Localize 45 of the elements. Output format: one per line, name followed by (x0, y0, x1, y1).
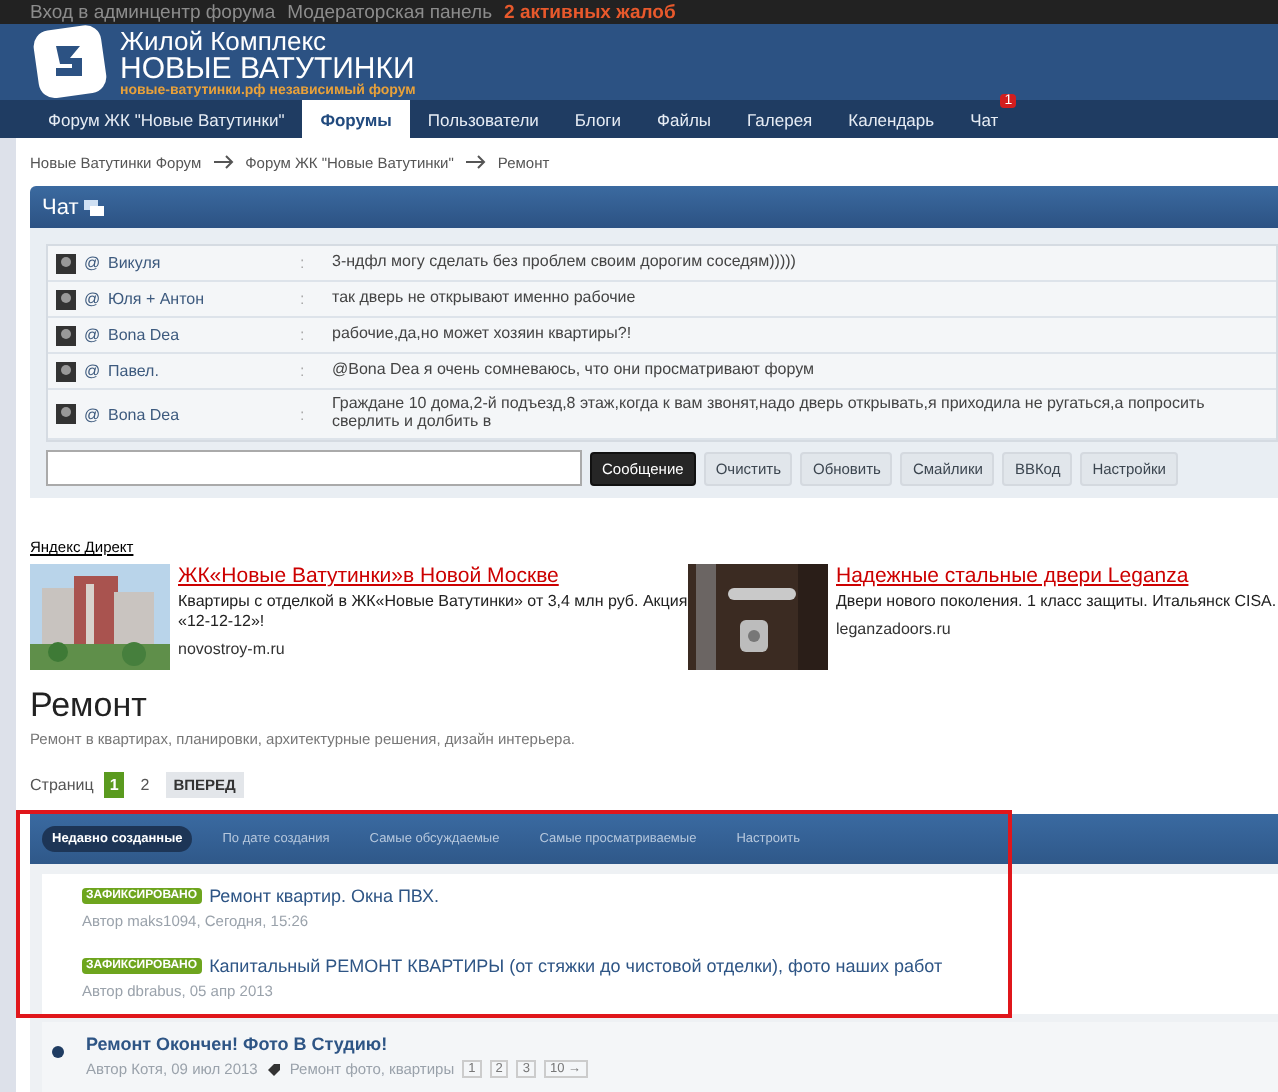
topic-title-link[interactable]: Ремонт квартир. Окна ПВХ. (209, 886, 440, 906)
separator: : (300, 326, 307, 344)
nav-tab[interactable]: Календарь (830, 100, 953, 139)
nav-tab[interactable]: Форум ЖК "Новые Ватутинки" (30, 100, 303, 139)
separator: : (300, 405, 307, 423)
top-link[interactable]: Вход в админцентр форума (30, 1, 276, 24)
forum-title: Ремонт (30, 686, 149, 726)
ad-text: Двери нового поколения. 1 класс защиты. Итальянск CISA. (836, 592, 1278, 612)
chat-message: рабочие,да,но может хозяин квартиры?! (332, 326, 634, 344)
nav-tab[interactable]: Файлы (639, 100, 730, 139)
separator: : (300, 290, 307, 308)
page-link[interactable]: 2 (134, 772, 156, 798)
nav-tab[interactable]: Пользователи (409, 100, 557, 139)
chat-author[interactable]: Bona Dea (108, 405, 300, 423)
ad-title-link[interactable]: ЖК«Новые Ватутинки»в Новой Москве (178, 564, 688, 588)
ad-title-link[interactable]: Надежные стальные двери Leganza (836, 564, 1278, 588)
reports-alert-link[interactable]: 2 активных жалоб (504, 1, 676, 24)
chat-author[interactable]: Павел. (108, 362, 300, 380)
ad-text: Квартиры с отделкой в ЖК«Новые Ватутинки» от 3,4 млн руб. Акция «12-12-12»! (178, 592, 688, 632)
chat-message: так дверь не открывают именно рабочие (332, 290, 638, 308)
topic-title-link[interactable]: Капитальный РЕМОНТ КВАРТИРЫ (от стяжки до чистовой отделки), фото наших работ (209, 956, 943, 976)
nav-tab[interactable]: Блоги (556, 100, 640, 139)
top-link[interactable]: Модераторская панель (287, 1, 493, 24)
ad-domain: leganzadoors.ru (836, 620, 953, 638)
chat-author[interactable]: Юля + Антон (108, 290, 300, 308)
chat-author[interactable]: Викуля (108, 254, 300, 272)
chat-message: 3-ндфл могу сделать без проблем своим дорогим соседям))))) (332, 254, 798, 272)
mention-link[interactable]: @ (84, 362, 108, 380)
mention-link[interactable]: @ (84, 326, 108, 344)
mention-link[interactable]: @ (84, 254, 108, 272)
logo-title: НОВЫЕ ВАТУТИНКИ (120, 53, 416, 84)
chat-message: @Bona Dea я очень сомневаюсь, что они просматривают форум (332, 362, 816, 380)
separator: : (300, 254, 307, 272)
chat-title: Чат (42, 195, 79, 219)
pages-label: Страниц (30, 776, 94, 794)
mention-link[interactable]: @ (84, 405, 108, 423)
separator: : (300, 362, 307, 380)
logo-title: Жилой Комплекс (120, 27, 329, 54)
chat-author[interactable]: Bona Dea (108, 326, 300, 344)
topic-title-link[interactable]: Ремонт Окончен! Фото В Студию! (86, 1034, 388, 1054)
nav-tab[interactable]: Форумы (302, 100, 410, 139)
mention-link[interactable]: @ (84, 290, 108, 308)
nav-tab[interactable]: Галерея (729, 100, 831, 139)
ad-domain: novostroy-m.ru (178, 640, 287, 658)
chat-message: Граждане 10 дома,2-й подъезд,8 этаж,когда к вам звонят,надо дверь открывать,я приходила не ругаться,а попросить сверлить и долбить в (332, 396, 1207, 432)
